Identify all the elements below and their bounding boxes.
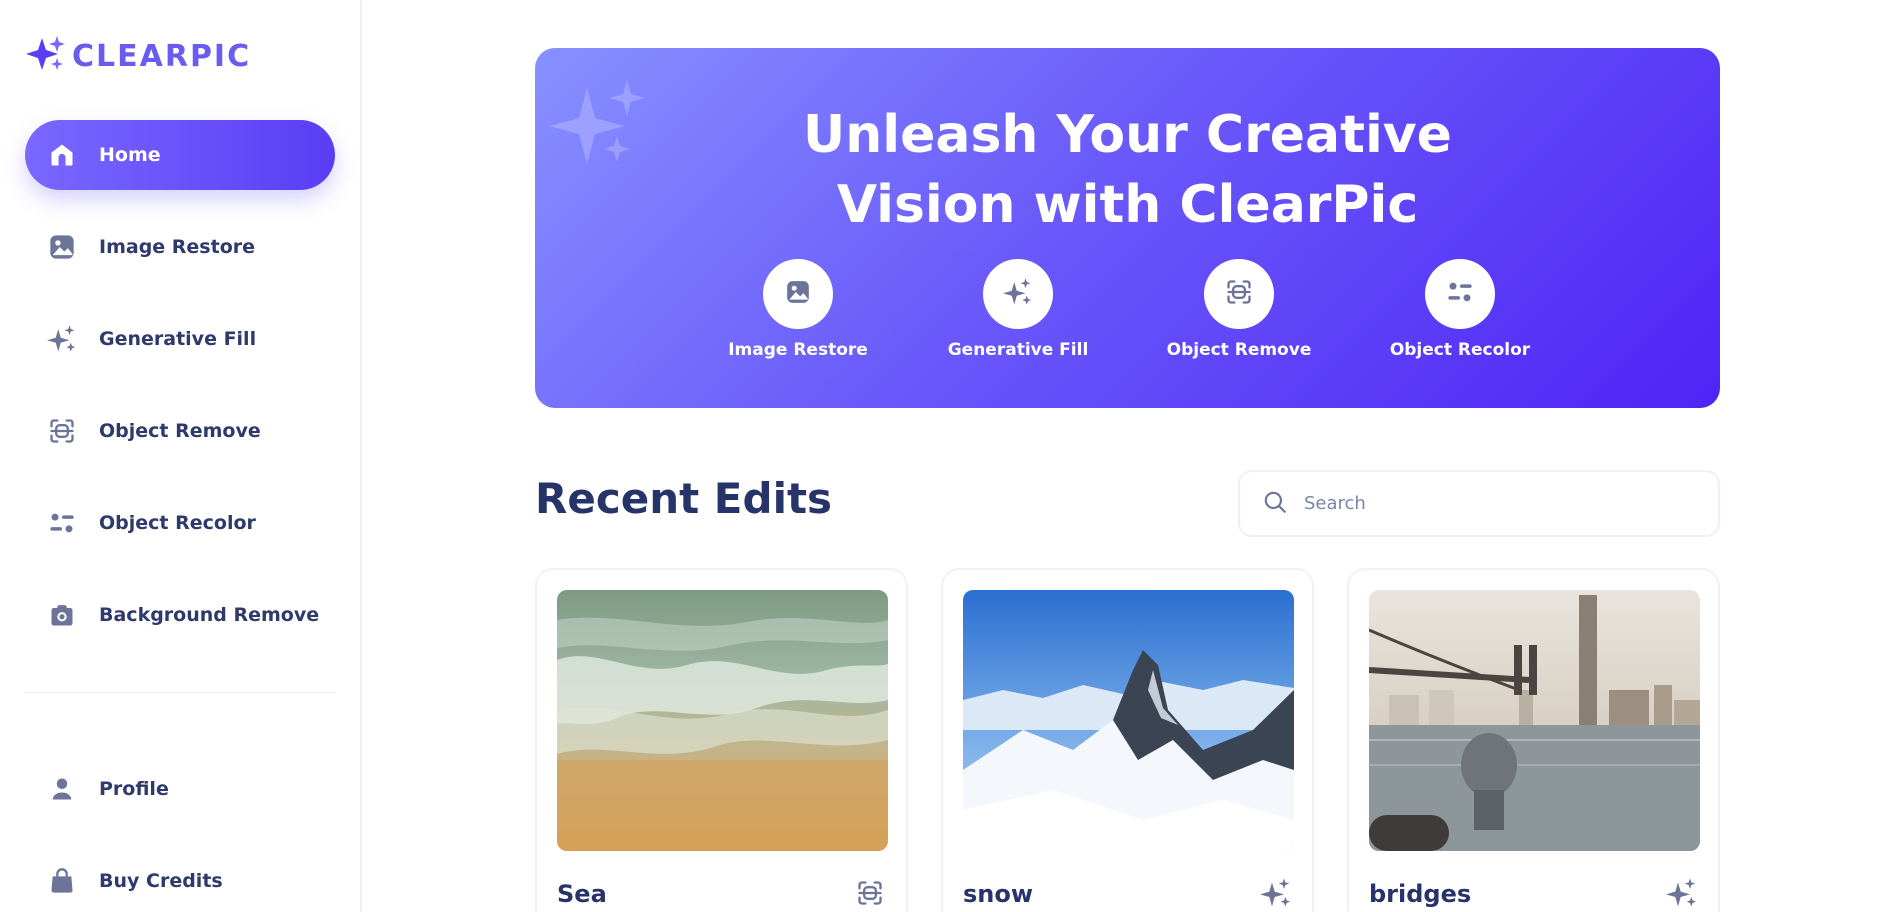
scan-icon: [1225, 278, 1253, 310]
feature-icon-circle: [1425, 259, 1495, 329]
feature-icon-circle: [763, 259, 833, 329]
sparkles-icon: [47, 324, 77, 354]
sidebar-item-label: Image Restore: [99, 236, 256, 258]
feature-label: Object Recolor: [1389, 340, 1531, 360]
hero-title-line2: Vision with ClearPic: [836, 175, 1419, 235]
sidebar-divider: [25, 692, 335, 693]
sidebar-item-label: Buy Credits: [99, 870, 223, 892]
hero-title-line1: Unleash Your Creative: [803, 105, 1452, 165]
feature-label: Object Remove: [1166, 340, 1312, 360]
sparkles-logo-icon: [26, 34, 66, 78]
sidebar-item-profile[interactable]: Profile: [25, 754, 335, 824]
sparkles-icon: [1003, 277, 1033, 311]
feature-generative-fill[interactable]: Generative Fill: [938, 259, 1098, 360]
user-icon: [47, 774, 77, 804]
sidebar-item-image-restore[interactable]: Image Restore: [25, 212, 335, 282]
scan-icon[interactable]: [854, 877, 886, 909]
filter-icon: [1446, 278, 1474, 310]
feature-object-remove[interactable]: Object Remove: [1159, 259, 1319, 360]
sidebar-item-label: Home: [99, 144, 161, 166]
sidebar-item-object-remove[interactable]: Object Remove: [25, 396, 335, 466]
feature-icon-circle: [983, 259, 1053, 329]
home-icon: [47, 140, 77, 170]
hero-title: Unleash Your Creative Vision with ClearP…: [535, 100, 1720, 240]
image-icon: [47, 232, 77, 262]
search-input[interactable]: [1304, 493, 1684, 514]
sidebar: CLEARPIC Home Image Restore Generative F…: [0, 0, 362, 912]
sidebar-item-label: Profile: [99, 778, 169, 800]
hero-banner: Unleash Your Creative Vision with ClearP…: [535, 48, 1720, 408]
brand-name: CLEARPIC: [72, 38, 252, 74]
sidebar-item-buy-credits[interactable]: Buy Credits: [25, 846, 335, 912]
feature-image-restore[interactable]: Image Restore: [718, 259, 878, 360]
camera-icon: [47, 600, 77, 630]
sparkles-icon[interactable]: [1260, 877, 1292, 909]
sidebar-item-label: Background Remove: [99, 604, 320, 626]
sidebar-item-generative-fill[interactable]: Generative Fill: [25, 304, 335, 374]
sidebar-item-label: Object Recolor: [99, 512, 256, 534]
card-title: snow: [963, 880, 1034, 908]
feature-object-recolor[interactable]: Object Recolor: [1380, 259, 1540, 360]
city-bridge-photo: [1369, 590, 1700, 851]
search-icon: [1262, 489, 1288, 519]
card-title: Sea: [557, 880, 607, 908]
search-box[interactable]: [1238, 470, 1720, 537]
sidebar-item-label: Generative Fill: [99, 328, 257, 350]
recent-edit-card-snow[interactable]: snow: [941, 568, 1314, 912]
feature-icon-circle: [1204, 259, 1274, 329]
sidebar-item-background-remove[interactable]: Background Remove: [25, 580, 335, 650]
app-root: CLEARPIC Home Image Restore Generative F…: [0, 0, 1877, 912]
card-title: bridges: [1369, 880, 1472, 908]
beach-waves-photo: [557, 590, 888, 851]
sidebar-item-label: Object Remove: [99, 420, 261, 442]
sidebar-item-home[interactable]: Home: [25, 120, 335, 190]
feature-label: Image Restore: [728, 340, 868, 360]
scan-icon: [47, 416, 77, 446]
shopping-bag-icon: [47, 866, 77, 896]
sparkles-icon[interactable]: [1666, 877, 1698, 909]
image-icon: [785, 279, 811, 309]
recent-edits-title: Recent Edits: [535, 474, 833, 523]
snowy-mountain-photo: [963, 590, 1294, 851]
sidebar-item-object-recolor[interactable]: Object Recolor: [25, 488, 335, 558]
recent-edit-card-bridges[interactable]: bridges: [1347, 568, 1720, 912]
brand-logo[interactable]: CLEARPIC: [26, 34, 251, 78]
recent-edit-card-sea[interactable]: Sea: [535, 568, 908, 912]
feature-label: Generative Fill: [947, 340, 1089, 360]
filter-icon: [47, 508, 77, 538]
